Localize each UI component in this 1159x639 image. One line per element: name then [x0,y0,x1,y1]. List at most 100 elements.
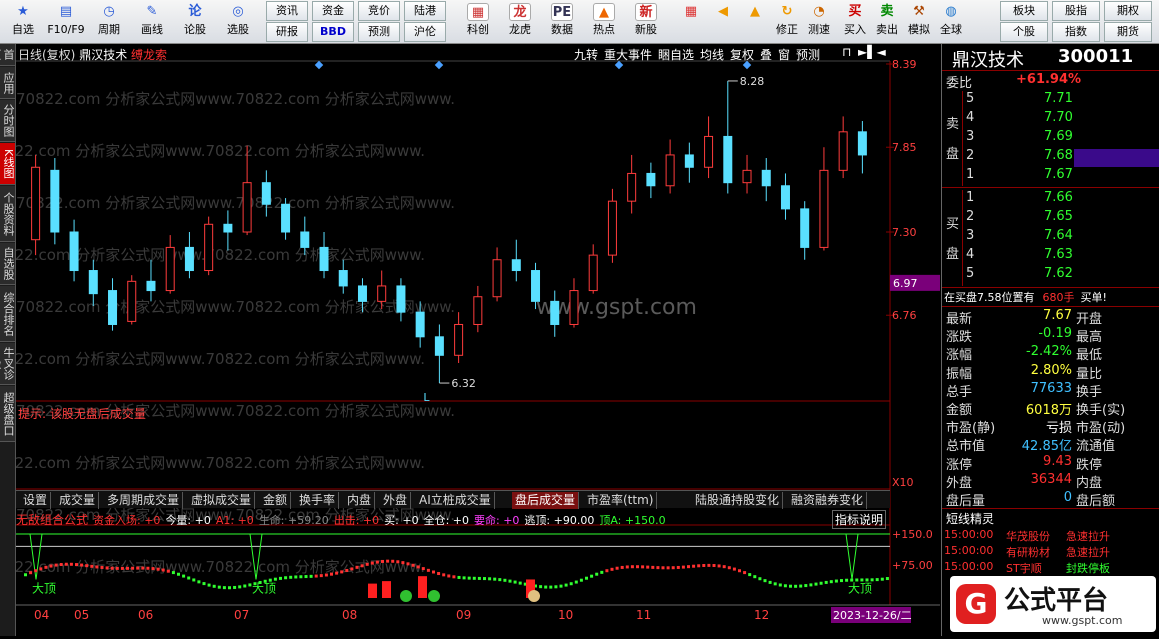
toolbar-label: 龙虎 [509,23,531,36]
indicator-value: 逃顶: +90.00 [524,514,595,525]
chart-canvas[interactable]: 70822.com 分析家公式网www.70822.com 分析家公式网www.… [0,44,940,636]
chart-header-button-6[interactable]: 窗 [778,46,790,63]
leftnav-0[interactable]: 首页 [0,44,15,66]
grid-button-7[interactable]: 沪伦 [404,22,446,42]
chart-header-button-5[interactable]: 叠 [760,46,772,63]
toolbar-buy-button[interactable]: 买买入 [840,0,870,44]
stat-label: 市盈(静) [946,421,996,437]
toolbar-lun-button[interactable]: 论论股 [176,0,214,44]
grid-button-0[interactable]: 资讯 [266,1,308,21]
x-axis-label: 08 [342,608,357,622]
toolbar-f10-button[interactable]: ▤ F10/F9 [47,0,85,44]
tab-10[interactable]: 市盈率(ttm) [584,492,658,509]
toolbar-pen-button[interactable]: ✎ 画线 [133,0,171,44]
stat-label-right: 流通值 [1076,439,1116,455]
corner-button-0[interactable]: 板块 [1000,1,1048,21]
candle [281,198,291,240]
stat-label: 涨停 [946,457,973,473]
tab-2[interactable]: 多周期成交量 [104,492,184,509]
tab-3[interactable]: 虚拟成交量 [188,492,256,509]
leftnav-6[interactable]: 综合排名 [0,286,15,342]
indicator-help-button[interactable]: 指标说明 [832,510,887,529]
grid-button-5[interactable]: BBD [312,22,354,42]
watermark-text: 70822.com 分析家公式网www.70822.com 分析家公式网www. [16,350,425,368]
toolbar-timer-button[interactable]: ◔ 测速 [804,0,834,44]
toolbar-refresh-button[interactable]: ↻ 修正 [772,0,802,44]
grid-button-6[interactable]: 预测 [358,22,400,42]
tab-0[interactable]: 设置 [20,492,52,509]
refresh-icon: ↻ [781,4,793,19]
chart-header-button-4[interactable]: 复权 [730,46,754,63]
toolbar-up-down-button[interactable]: ▲ [740,0,770,44]
toolbar-pe-button[interactable]: PE 数据 [542,0,582,44]
candle [492,247,502,302]
corner-button-3[interactable]: 个股 [1000,22,1048,42]
leftnav-1[interactable]: 应用 [0,67,15,99]
sub-chart-tabs: 设置 成交量 多周期成交量 虚拟成交量 金额 换手率 内盘 外盘 AI立桩成交量 盘后成交量 市盈率… [16,490,890,509]
tab-6[interactable]: 内盘 [344,492,376,509]
chart-header-button-1[interactable]: 重大事件 [604,46,652,63]
toolbar-label: 买入 [844,23,866,36]
buy-price: 7.65 [1044,209,1073,224]
leftnav-3[interactable]: K线图 [0,143,15,185]
tab-8[interactable]: AI立桩成交量 [416,492,495,509]
toolbar-back-arrow-button[interactable]: ◀ [708,0,738,44]
toolbar-sell-button[interactable]: 卖卖出 [872,0,902,44]
grid-button-2[interactable]: 竞价 [358,1,400,21]
toolbar-hammer-button[interactable]: ⚒ 模拟 [904,0,934,44]
toolbar-new-button[interactable]: 新新股 [626,0,666,44]
x-axis-label: 09 [456,608,471,622]
buy-level: 2 [966,209,975,224]
tab-9[interactable]: 盘后成交量 [512,492,580,509]
tab-12[interactable]: 融资融券变化 [788,492,868,509]
sell-price: 7.71 [1044,91,1073,106]
leftnav-8[interactable]: 超级盘口 [0,386,15,442]
stat-label-right: 开盘 [1076,312,1103,327]
chart-header-button-7[interactable]: 预测 [796,46,820,63]
lock-icon[interactable]: ⊓ [842,45,851,59]
scroll-arrows-icon[interactable]: ►▌◄ [858,45,886,59]
corner-button-4[interactable]: 指数 [1052,22,1100,42]
toolbar-chart-button[interactable]: ▦ 科创 [458,0,498,44]
stat-label: 总市值 [946,439,986,455]
tab-5[interactable]: 换手率 [296,492,340,509]
corner-button-2[interactable]: 期权 [1104,1,1152,21]
corner-button-1[interactable]: 股指 [1052,1,1100,21]
leftnav-2[interactable]: 分时图 [0,100,15,142]
kline-chart-panel[interactable]: 70822.com 分析家公式网www.70822.com 分析家公式网www.… [0,44,940,636]
toolbar-globe-button[interactable]: ◍ 全球 [936,0,966,44]
toolbar-star-button[interactable]: ★ 自选 [4,0,42,44]
chart-header-button-3[interactable]: 均线 [700,46,724,63]
corner-button-5[interactable]: 期货 [1104,22,1152,42]
stat-label: 振幅 [946,366,973,382]
toolbar-label: 自选 [12,23,34,36]
pen-icon: ✎ [146,4,158,19]
toolbar-hot-button[interactable]: ▲ 热点 [584,0,624,44]
tab-11[interactable]: 陆股通持股变化 [692,492,784,509]
indicator-bar: 无敌组合公式 资金入场: +0 今量: +0 A1: +0 生命: +59.20 出击: … [16,511,890,525]
candle [473,285,483,333]
sell-level: 2 [966,148,975,163]
leftnav-7[interactable]: 牛叉诊股 [0,343,15,385]
grid-button-3[interactable]: 陆港 [404,1,446,21]
grid-button-1[interactable]: 资金 [312,1,354,21]
toolbar-grid-button[interactable]: ▦ [676,0,706,44]
news-title[interactable]: 短线精灵 [946,510,994,528]
x-axis-label: 10 [558,608,573,622]
chart-header-button-2[interactable]: 睏自选 [658,46,694,63]
inbuy-qty: 680手 [1042,291,1075,304]
event-marker-icon [314,60,324,70]
toolbar-dragon-button[interactable]: 龙龙虎 [500,0,540,44]
tab-7[interactable]: 外盘 [380,492,412,509]
toolbar-pick-button[interactable]: ◎ 选股 [219,0,257,44]
leftnav-4[interactable]: 个股资料 [0,186,15,242]
leftnav-5[interactable]: 自选股 [0,243,15,285]
grid-button-4[interactable]: 研报 [266,22,308,42]
toolbar-clock-button[interactable]: ◷ 周期 [90,0,128,44]
candle [511,239,521,282]
chart-header-button-0[interactable]: 九转 [574,46,598,63]
tab-1[interactable]: 成交量 [56,492,100,509]
stock-code: 300011 [1058,46,1134,67]
stat-label-right: 盘后额 [1076,494,1116,509]
tab-4[interactable]: 金额 [260,492,292,509]
